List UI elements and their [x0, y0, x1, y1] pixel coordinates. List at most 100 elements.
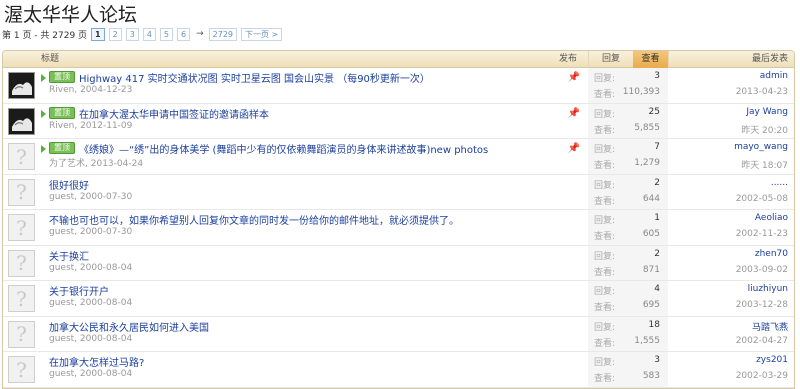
avatar[interactable]: [8, 72, 35, 99]
topic-author[interactable]: guest: [49, 369, 74, 379]
avatar[interactable]: ?: [8, 143, 35, 170]
last-post-user[interactable]: 马踏飞燕: [752, 320, 788, 333]
page-5-button[interactable]: 5: [159, 27, 173, 41]
reply-label: 回复:: [594, 74, 616, 84]
last-post-user[interactable]: liuzhiyun: [748, 284, 788, 294]
views-label: 查看:: [594, 267, 616, 278]
topic-author[interactable]: guest: [49, 263, 74, 273]
stats-cell: 回复: 3 查看: 110,393: [588, 68, 668, 103]
topic-list: 置顶 Highway 417 实时交通状况图 实时卫星云图 国会山实景 （每90…: [3, 68, 794, 388]
topic-meta: Riven, 2012-11-09: [49, 120, 133, 131]
reply-label: 回复:: [594, 287, 616, 297]
avatar[interactable]: [8, 107, 35, 135]
avatar[interactable]: ?: [8, 249, 35, 277]
topic-author[interactable]: Riven: [49, 85, 74, 95]
views-count: 695: [642, 300, 660, 310]
topic-cell: 置顶 Highway 417 实时交通状况图 实时卫星云图 国会山实景 （每90…: [3, 68, 588, 103]
page-6-button[interactable]: 6: [177, 27, 191, 41]
reply-count: 7: [654, 142, 660, 152]
table-row: ? 关于换汇 guest, 2000-08-04 回复: 2 查看: 871 z…: [3, 245, 794, 281]
default-avatar-icon: ?: [16, 251, 27, 275]
reply-label: 回复:: [594, 180, 616, 191]
header-last-post[interactable]: 最后发表: [668, 51, 794, 68]
last-post-date: 2002-11-23: [735, 229, 788, 239]
avatar[interactable]: ?: [8, 285, 35, 312]
views-label: 查看:: [594, 232, 616, 242]
page-4-button[interactable]: 4: [142, 27, 156, 41]
topic-meta: guest, 2000-08-04: [49, 333, 133, 344]
page-1-button[interactable]: 1: [91, 27, 105, 41]
topic-meta: Riven, 2004-12-23: [49, 85, 133, 95]
avatar[interactable]: ?: [8, 320, 35, 348]
topic-author[interactable]: guest: [49, 192, 74, 202]
pin-icon: 📌: [567, 72, 580, 83]
table-row: ? 置顶 《绣娘》—“绣”出的身体美学 (舞蹈中少有的仅依赖舞蹈演员的身体来讲述…: [3, 139, 794, 175]
header-post[interactable]: 发布: [548, 51, 588, 68]
topic-title-link[interactable]: 关于银行开户: [49, 283, 109, 298]
page-info: 第 1 页 - 共 2729 页: [2, 30, 88, 41]
views-label: 查看:: [594, 196, 616, 207]
last-post-cell: mayo_wang 昨天 18:07: [668, 139, 794, 174]
default-avatar-icon: ?: [16, 286, 27, 311]
reply-count: 3: [654, 71, 660, 81]
last-post-user[interactable]: mayo_wang: [734, 142, 788, 152]
arrow-icon: [41, 145, 46, 153]
topic-author[interactable]: 为了艺术: [49, 159, 85, 169]
last-post-date: 2002-04-27: [735, 335, 788, 346]
last-post-cell: Aeoliao 2002-11-23: [668, 210, 794, 245]
pagination: 第 1 页 - 共 2729 页 1 2 3 4 5 6 → 2729 下一页 …: [2, 27, 286, 41]
last-post-cell: admin 2013-04-23: [668, 68, 794, 103]
avatar[interactable]: ?: [8, 178, 35, 206]
last-page-button[interactable]: 2729: [208, 27, 237, 41]
topic-date: 2000-08-04: [79, 298, 133, 308]
topic-author[interactable]: guest: [49, 334, 74, 344]
views-count: 583: [642, 371, 660, 381]
topic-date: 2000-07-30: [79, 191, 133, 202]
reply-label: 回复:: [594, 216, 616, 226]
topic-title-link[interactable]: 《绣娘》—“绣”出的身体美学 (舞蹈中少有的仅依赖舞蹈演员的身体来讲述故事)ne…: [79, 141, 488, 156]
avatar[interactable]: ?: [8, 356, 35, 383]
topic-author[interactable]: Riven: [49, 121, 74, 131]
last-post-user[interactable]: Jay Wang: [746, 107, 788, 117]
pin-icon: 📌: [567, 143, 580, 154]
last-post-user[interactable]: ......: [771, 178, 788, 188]
last-post-date: 2003-09-02: [735, 264, 788, 275]
last-post-cell: 马踏飞燕 2002-04-27: [668, 317, 794, 352]
topic-title-link[interactable]: 在加拿大怎样过马路?: [49, 354, 144, 369]
reply-count: 25: [648, 106, 660, 117]
topic-date: 2004-12-23: [80, 85, 133, 95]
topic-title-link[interactable]: 加拿大公民和永久居民如何进入美国: [49, 319, 209, 334]
topic-title-link[interactable]: 关于换汇: [49, 248, 89, 263]
last-post-cell: ...... 2002-05-08: [668, 175, 794, 210]
header-reply[interactable]: 回复: [588, 51, 633, 68]
default-avatar-icon: ?: [16, 144, 27, 169]
page-2-button[interactable]: 2: [108, 27, 122, 41]
topic-author[interactable]: guest: [49, 298, 74, 308]
header-views[interactable]: 查看: [633, 51, 668, 68]
topic-cell: ? 在加拿大怎样过马路? guest, 2000-08-04: [3, 352, 588, 387]
avatar[interactable]: ?: [8, 214, 35, 241]
topic-cell: 置顶 在加拿大渥太华申请中国签证的邀请函样本 Riven, 2012-11-09…: [3, 104, 588, 139]
reply-count: 4: [654, 284, 660, 294]
topic-title-link[interactable]: Highway 417 实时交通状况图 实时卫星云图 国会山实景 （每90秒更新…: [79, 70, 430, 85]
next-page-button[interactable]: 下一页 >: [241, 27, 283, 41]
page-3-button[interactable]: 3: [125, 27, 139, 41]
topic-table: 标题 发布 回复 查看 最后发表 置顶 Highway 417 实时交通状况图 …: [2, 50, 795, 389]
views-count: 110,393: [622, 87, 660, 97]
last-post-user[interactable]: zys201: [756, 355, 788, 365]
last-post-user[interactable]: Aeoliao: [755, 213, 788, 223]
topic-date: 2000-08-04: [79, 262, 133, 273]
topic-title-link[interactable]: 不输也可也可以，如果你希望别人回复你文章的同时发一份给你的邮件地址，就必须提供了…: [49, 212, 459, 227]
last-post-user[interactable]: zhen70: [755, 249, 788, 259]
stats-cell: 回复: 4 查看: 695: [588, 281, 668, 316]
forum-title: 渥太华华人论坛: [4, 4, 138, 26]
last-post-user[interactable]: admin: [760, 71, 788, 81]
pin-icon: 📌: [567, 107, 580, 119]
last-post-date: 昨天 18:07: [741, 161, 788, 171]
topic-title-link[interactable]: 在加拿大渥太华申请中国签证的邀请函样本: [79, 106, 269, 121]
topic-title-link[interactable]: 很好很好: [49, 177, 89, 192]
views-label: 查看:: [594, 90, 616, 100]
topic-cell: ? 关于银行开户 guest, 2000-08-04: [3, 281, 588, 316]
topic-author[interactable]: guest: [49, 227, 74, 237]
table-row: ? 很好很好 guest, 2000-07-30 回复: 2 查看: 644 .…: [3, 174, 794, 210]
